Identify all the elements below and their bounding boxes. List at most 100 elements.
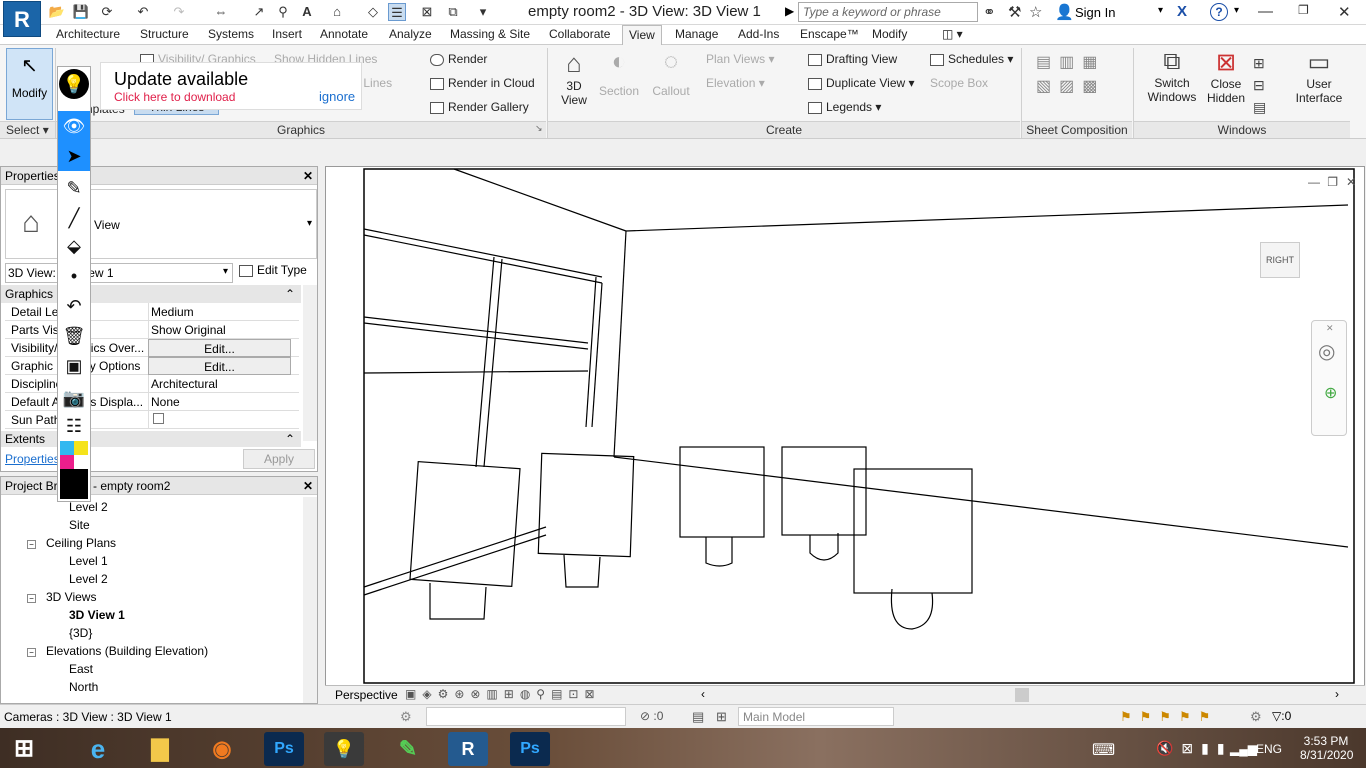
minimize-window-icon[interactable]: —: [1258, 3, 1273, 20]
sun-path-checkbox[interactable]: [153, 413, 164, 424]
help-dropdown-icon[interactable]: ▾: [1234, 5, 1239, 16]
view-minimize-icon[interactable]: —: [1308, 175, 1320, 189]
horizontal-scrollbar-thumb[interactable]: [1015, 688, 1029, 702]
3d-view-button[interactable]: ⌂ 3D View: [552, 48, 596, 120]
prop-row-sun-path[interactable]: Sun Path: [5, 411, 299, 429]
highlighter-icon[interactable]: ✎: [58, 173, 90, 203]
scroll-right-icon[interactable]: ›: [1335, 687, 1339, 701]
properties-close-icon[interactable]: ✕: [303, 169, 313, 183]
sync-icon[interactable]: ⟳: [98, 3, 116, 21]
tab-analyze[interactable]: Analyze: [387, 27, 434, 41]
select-pointer-icon[interactable]: ➤: [58, 141, 90, 171]
collapse-icon[interactable]: −: [27, 648, 36, 657]
browser-close-icon[interactable]: ✕: [303, 479, 313, 493]
tree-item-site[interactable]: Site: [69, 518, 369, 536]
close-hidden-icon[interactable]: ⊠: [418, 3, 436, 21]
undo-icon[interactable]: ↶: [134, 3, 152, 21]
internet-explorer-icon[interactable]: e: [78, 732, 118, 766]
render-button[interactable]: Render: [430, 52, 487, 66]
tree-item-east[interactable]: East: [69, 662, 369, 680]
apply-button[interactable]: Apply: [243, 449, 315, 469]
sign-in-dropdown-icon[interactable]: ▾: [1158, 5, 1163, 16]
steering-wheel-icon[interactable]: ◎: [1318, 339, 1335, 364]
qat-dropdown-icon[interactable]: ▾: [474, 3, 492, 21]
trash-icon[interactable]: 🗑: [58, 321, 90, 351]
render-gallery-button[interactable]: Render Gallery: [430, 100, 529, 114]
tree-item-level2[interactable]: Level 2: [69, 500, 369, 518]
text-icon[interactable]: A: [298, 3, 316, 21]
tab-add-ins[interactable]: Add-Ins: [736, 27, 781, 41]
type-selector[interactable]: ⌂ View ▾: [5, 189, 317, 259]
tab-modify[interactable]: Modify: [870, 27, 909, 41]
prop-row-default-analysis[interactable]: Default Analysis Displa...None: [5, 393, 299, 411]
language-indicator[interactable]: ENG: [1256, 742, 1282, 756]
tab-massing-site[interactable]: Massing & Site: [448, 27, 532, 41]
editing-requests-icon[interactable]: ▤: [692, 709, 704, 725]
color-swatch-yellow[interactable]: [74, 441, 88, 455]
start-button-icon[interactable]: ⊞: [4, 732, 44, 766]
keyboard-icon[interactable]: ⌨: [1092, 740, 1115, 760]
network-icon[interactable]: ▂▄▆: [1230, 742, 1257, 756]
firefox-icon[interactable]: ◉: [202, 732, 242, 766]
tree-item-elevations[interactable]: − Elevations (Building Elevation): [27, 644, 327, 662]
schedules-button[interactable]: Schedules ▾: [930, 52, 1013, 66]
favorites-icon[interactable]: ☆: [1029, 3, 1042, 21]
background-processes-icon[interactable]: ⚙: [1250, 709, 1262, 725]
lightshot-taskbar-icon[interactable]: 💡: [324, 732, 364, 766]
sign-in-link[interactable]: Sign In: [1075, 5, 1115, 20]
sheet-tools-icon[interactable]: ▤▥▦: [1036, 52, 1105, 72]
tag-icon[interactable]: ⚲: [274, 3, 292, 21]
tab-insert[interactable]: Insert: [270, 27, 304, 41]
modify-button[interactable]: ↖ Modify: [6, 48, 53, 120]
eye-icon[interactable]: 👁: [58, 111, 90, 141]
prop-row-graphic-display[interactable]: Graphic Display OptionsEdit...: [5, 357, 299, 375]
legends-button[interactable]: Legends ▾: [808, 100, 881, 114]
drawing-app-icon[interactable]: ✎: [388, 732, 428, 766]
prop-row-discipline[interactable]: Discipline Architectural: [5, 375, 299, 393]
tab-structure[interactable]: Structure: [138, 27, 191, 41]
window-arrange-icons[interactable]: ⊞ ⊟ ▤: [1253, 52, 1266, 118]
open-icon[interactable]: 📂: [48, 3, 66, 21]
tab-view[interactable]: View: [622, 25, 662, 46]
graphics-section[interactable]: Graphics ⌃: [1, 285, 301, 303]
color-swatch-magenta[interactable]: [60, 455, 74, 469]
binoculars-icon[interactable]: ⚭: [983, 3, 996, 21]
lightshot-logo-icon[interactable]: 💡: [59, 69, 89, 99]
view-close-icon[interactable]: ✕: [1346, 175, 1356, 189]
scope-box-button[interactable]: Scope Box: [930, 76, 988, 90]
tree-item-3d-default[interactable]: {3D}: [69, 626, 369, 644]
workset-icon[interactable]: ⚙: [400, 709, 412, 725]
section-button[interactable]: ◐ Section: [598, 48, 640, 98]
prop-row-detail-level[interactable]: Detail Level Medium: [5, 303, 299, 321]
view-mode-label[interactable]: Perspective: [335, 688, 398, 702]
search-input[interactable]: Type a keyword or phrase: [798, 2, 978, 22]
ribbon-options-icon[interactable]: ◫ ▾: [940, 27, 965, 41]
edit-type-button[interactable]: Edit Type: [239, 263, 307, 277]
view-cube[interactable]: RIGHT: [1260, 242, 1300, 278]
tree-item-3d-view-1[interactable]: 3D View 1: [69, 608, 369, 626]
undo-capture-icon[interactable]: ↶: [58, 291, 90, 321]
prop-row-visibility-graphics[interactable]: Visibility/Graphics Over...Edit...: [5, 339, 299, 357]
navbar-close-icon[interactable]: ✕: [1326, 323, 1334, 334]
file-explorer-icon[interactable]: ▇: [140, 732, 180, 766]
render-in-cloud-button[interactable]: Render in Cloud: [430, 76, 535, 90]
tab-manage[interactable]: Manage: [673, 27, 720, 41]
switch-windows-icon[interactable]: ⧉: [444, 3, 462, 21]
collapse-icon[interactable]: −: [27, 594, 36, 603]
tree-item-ceiling-plans[interactable]: − Ceiling Plans: [27, 536, 327, 554]
eraser-icon[interactable]: ⬙: [58, 231, 90, 261]
workset-dropdown[interactable]: [426, 707, 626, 726]
clipboard-icon[interactable]: ☷: [58, 411, 90, 441]
properties-scrollbar[interactable]: [303, 285, 317, 441]
tab-architecture[interactable]: Architecture: [54, 27, 122, 41]
duplicate-view-button[interactable]: Duplicate View ▾: [808, 76, 915, 90]
3d-viewport[interactable]: — ❐ ✕: [325, 166, 1365, 686]
ignore-link[interactable]: ignore: [319, 89, 355, 104]
callout-button[interactable]: ◌ Callout: [648, 48, 694, 98]
tree-item-ceiling-level1[interactable]: Level 1: [69, 554, 369, 572]
line-icon[interactable]: ╱: [58, 203, 90, 233]
section-icon[interactable]: ◇: [364, 3, 382, 21]
tab-systems[interactable]: Systems: [206, 27, 256, 41]
zoom-region-icon[interactable]: ⊕: [1324, 383, 1337, 403]
sheet-tools-icon-2[interactable]: ▧▨▩: [1036, 76, 1105, 96]
